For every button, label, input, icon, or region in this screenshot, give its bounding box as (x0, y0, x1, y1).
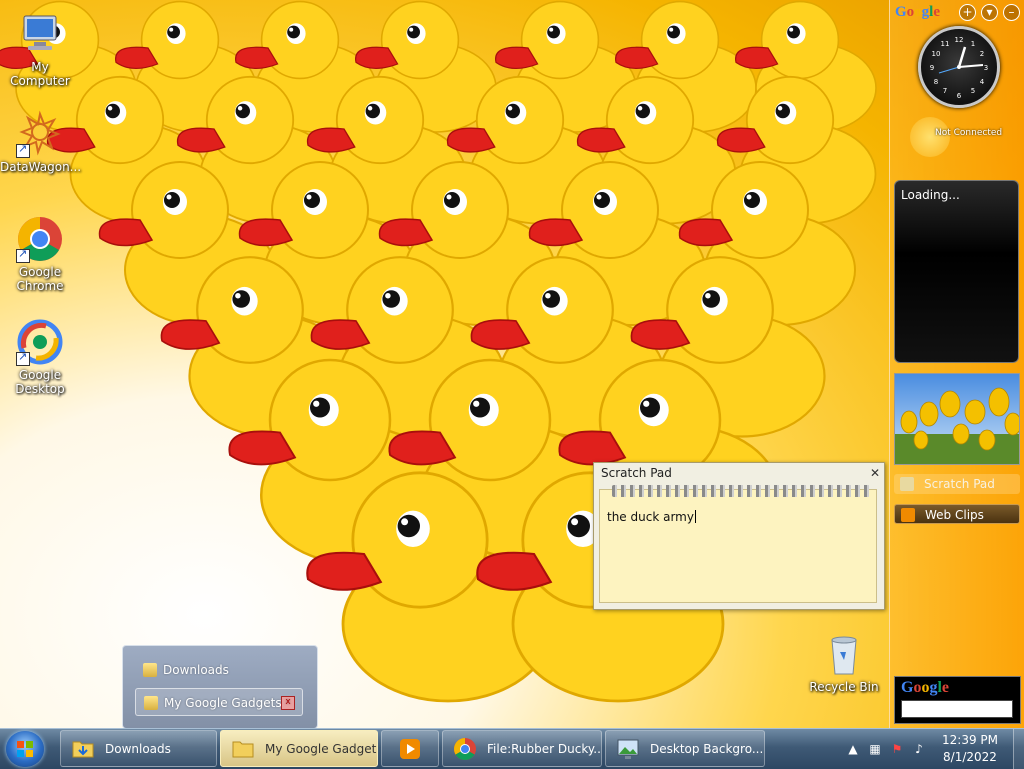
svg-text:10: 10 (932, 50, 941, 58)
sidebar-item-web-clips[interactable]: Web Clips (894, 504, 1020, 524)
sidebar-menu-button[interactable]: ▾ (981, 4, 998, 21)
taskbar-button-my-google-gadgets[interactable]: My Google Gadgets (220, 730, 378, 767)
windows-logo-icon (17, 741, 33, 757)
tulips-photo (895, 374, 1019, 464)
popup-item-downloads[interactable]: Downloads (135, 656, 303, 684)
desktop-icon-google-desktop[interactable]: Google Desktop (0, 318, 80, 396)
svg-text:6: 6 (957, 92, 962, 100)
news-gadget[interactable]: Loading... (894, 180, 1019, 363)
svg-text:12: 12 (955, 36, 964, 44)
clock-time[interactable]: 12:39 PM (930, 733, 1010, 747)
shortcut-arrow-icon (16, 350, 30, 366)
computer-icon (16, 10, 64, 58)
folder-icon (72, 741, 94, 758)
svg-text:1: 1 (971, 40, 975, 48)
volume-icon[interactable]: ♪ (912, 742, 926, 756)
desktop-wallpaper (0, 0, 1024, 728)
scratch-pad-notepad[interactable]: the duck army (599, 485, 877, 603)
chrome-icon (454, 738, 476, 760)
svg-text:5: 5 (971, 87, 975, 95)
clock-gadget[interactable]: 12 3 6 9 1245 7 8 10 11 (918, 26, 1000, 108)
scratch-pad-title: Scratch Pad (601, 466, 672, 480)
svg-text:3: 3 (984, 64, 988, 72)
google-desktop-sidebar: Google + ▾ – 12 3 6 9 1245 7 8 10 11 Not Conne… (889, 0, 1024, 728)
media-player-icon (400, 739, 420, 759)
desktop-icon-my-computer[interactable]: My Computer (0, 10, 80, 88)
popup-item-my-google-gadgets[interactable]: My Google Gadgets x (135, 688, 303, 716)
svg-text:9: 9 (930, 64, 934, 72)
scratchpad-icon (900, 477, 914, 491)
weather-status: Not Connected (935, 128, 1003, 138)
taskbar-button-downloads[interactable]: Downloads (60, 730, 217, 767)
sidebar-minimize-button[interactable]: – (1003, 4, 1020, 21)
google-logo: Google (895, 4, 941, 20)
action-center-icon[interactable]: ⚑ (890, 742, 904, 756)
network-icon[interactable]: ▦ (868, 742, 882, 756)
clock-date[interactable]: 8/1/2022 (930, 750, 1010, 764)
shortcut-arrow-icon (16, 142, 30, 158)
notepad-spiral-rings (612, 485, 870, 497)
desktop-icon-google-chrome[interactable]: Google Chrome (0, 215, 80, 293)
shortcut-arrow-icon (16, 247, 30, 263)
desktop-icon-label: Google Chrome (16, 265, 64, 293)
loading-text: Loading... (901, 188, 960, 202)
recycle-bin-icon (820, 630, 868, 678)
photo-gadget[interactable] (894, 373, 1020, 465)
desktop-icon-recycle-bin[interactable]: Recycle Bin (804, 630, 884, 694)
sidebar-item-scratch-pad[interactable]: Scratch Pad (894, 474, 1020, 494)
text-caret (694, 510, 696, 523)
taskbar-button-desktop-background[interactable]: Desktop Backgro... (605, 730, 765, 767)
close-icon[interactable]: x (281, 696, 295, 710)
sidebar-item-label: Web Clips (925, 508, 984, 522)
svg-text:4: 4 (980, 78, 985, 86)
svg-text:11: 11 (941, 40, 950, 48)
folder-icon (144, 696, 158, 710)
show-hidden-icon[interactable]: ▲ (846, 742, 860, 756)
svg-text:7: 7 (943, 87, 947, 95)
desktop-background-icon (617, 739, 639, 759)
google-search-gadget: Google (894, 676, 1021, 724)
chrome-icon (16, 215, 64, 263)
desktop-icon-label: Recycle Bin (809, 680, 879, 694)
taskbar-thumbnail-popup: Downloads My Google Gadgets x (122, 645, 318, 729)
folder-icon (232, 741, 254, 758)
system-tray: ▲ ▦ ⚑ ♪ 12:39 PM 8/1/2022 (842, 729, 1022, 769)
scratch-pad-text[interactable]: the duck army (607, 510, 696, 524)
add-gadget-button[interactable]: + (959, 4, 976, 21)
desktop-icon-datawagon[interactable]: DataWagon... (0, 110, 82, 174)
taskbar-button-chrome[interactable]: File:Rubber Ducky... (442, 730, 602, 767)
taskbar-button-media-player[interactable] (381, 730, 439, 767)
desktop-icon-label: My Computer (10, 60, 70, 88)
svg-text:2: 2 (980, 50, 984, 58)
google-search-input[interactable] (901, 700, 1013, 718)
close-icon[interactable]: ✕ (870, 466, 880, 480)
desktop-icon-label: DataWagon... (0, 160, 82, 174)
desktop-icon-label: Google Desktop (15, 368, 65, 396)
start-button[interactable] (6, 731, 44, 767)
google-search-logo: Google (901, 679, 950, 696)
google-desktop-icon (16, 318, 64, 366)
folder-icon (143, 663, 157, 677)
scratch-pad-window[interactable]: Scratch Pad ✕ the duck army (593, 462, 885, 610)
clock-face-icon: 12369 1245 781011 (930, 36, 988, 100)
rss-icon (901, 508, 915, 522)
taskbar: Downloads My Google Gadgets File:Rubber … (0, 728, 1024, 769)
show-desktop-button[interactable] (1013, 729, 1024, 769)
datawagon-icon (16, 110, 64, 158)
svg-text:8: 8 (934, 78, 938, 86)
sidebar-item-label: Scratch Pad (924, 477, 995, 491)
